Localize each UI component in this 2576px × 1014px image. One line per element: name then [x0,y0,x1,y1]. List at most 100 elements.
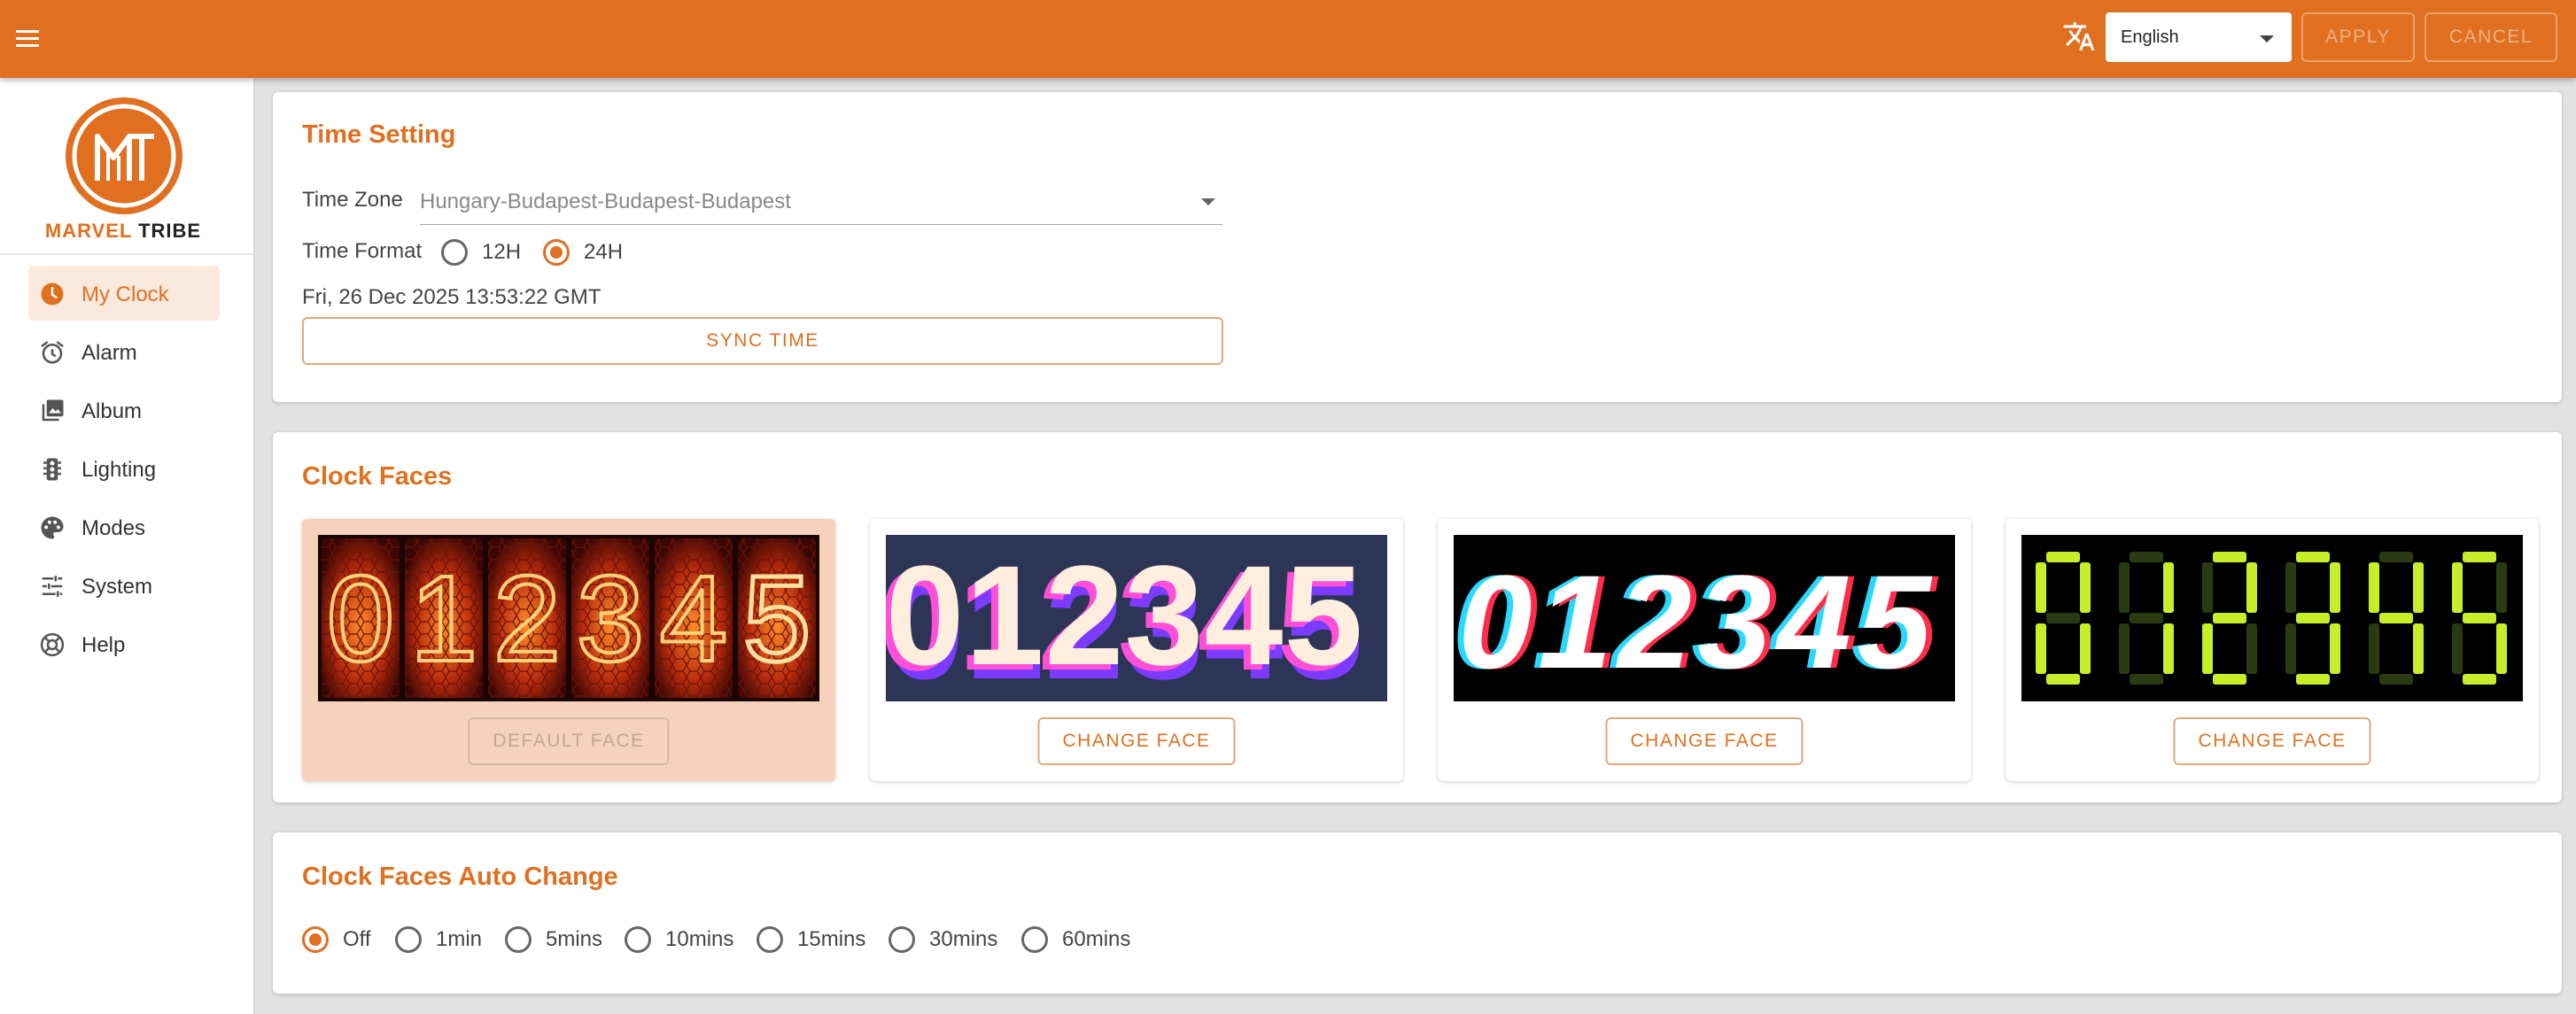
auto-change-10mins[interactable]: 10mins [625,926,733,953]
sidebar-item-label: Alarm [81,341,137,365]
digit-face: 4 [1205,536,1284,694]
3d-face-preview: 0 1 2 3 4 5 0 1 2 3 4 5 0 1 2 3 4 5 [886,535,1387,701]
radio-label: 60mins [1062,927,1131,951]
radio-24h[interactable]: 24H [543,239,623,266]
seven-segment-bar [2046,613,2080,623]
photo-library-icon [42,399,64,422]
timezone-select[interactable]: Hungary-Budapest-Budapest-Budapest [420,179,1222,225]
traffic-light-icon [43,458,61,481]
nixie-digit: 1 [410,551,478,687]
sidebar-item-alarm[interactable]: Alarm [28,324,220,379]
seven-segment-bar [2330,623,2340,674]
auto-change-title: Clock Faces Auto Change [302,863,618,891]
sidebar-item-system[interactable]: System [28,558,220,613]
cancel-button[interactable]: CANCEL [2425,12,2557,62]
glitch-face-preview: 0 1 2 3 4 5 0 1 2 3 4 5 0 1 2 3 4 5 [1454,535,1955,701]
translate-icon [2063,22,2095,50]
seven-segment-bar [2046,552,2080,562]
default-face-button[interactable]: DEFAULT FACE [468,717,670,765]
seven-segment-bar [2496,623,2507,674]
sync-time-button[interactable]: SYNC TIME [302,317,1223,365]
seven-segment-bar [2463,674,2496,685]
auto-change-15mins[interactable]: 15mins [757,926,865,953]
sidebar-item-label: Modes [81,516,146,540]
seven-segment-bar [2130,552,2163,562]
radio-circle [888,926,915,953]
radio-circle [757,926,783,953]
change-face-button[interactable]: CHANGE FACE [1605,717,1804,765]
radio-circle [441,239,468,266]
nixie-digit: 4 [660,551,728,687]
sidebar-item-my-clock[interactable]: My Clock [28,266,220,321]
nixie-digit: 2 [493,551,562,687]
sidebar-item-help[interactable]: Help [28,616,220,671]
auto-change-off[interactable]: Off [302,926,371,953]
sidebar: MARVEL TRIBE My Clock Alarm Album Lighti… [0,78,255,1014]
sidebar-item-modes[interactable]: Modes [28,499,220,554]
menu-icon[interactable] [12,21,46,55]
change-face-button[interactable]: CHANGE FACE [2173,717,2371,765]
auto-change-30mins[interactable]: 30mins [888,926,997,953]
seven-segment-bar [2369,562,2379,613]
radio-circle [302,926,329,953]
radio-circle [543,239,570,266]
clock-face-option-4[interactable]: CHANGE FACE [2006,519,2539,781]
auto-change-card: Clock Faces Auto Change Off 1min 5mins 1… [273,832,2562,994]
digit-face: 0 [886,536,964,694]
nixie-tube: 5 [738,538,816,698]
radio-12h[interactable]: 12H [441,239,521,266]
seven-segment-bar [2285,562,2296,613]
seven-segment-bar [2080,562,2091,613]
sidebar-item-label: System [81,575,153,599]
nixie-tube: 1 [405,538,483,698]
seven-segment-bar [2379,552,2413,562]
language-value: English [2121,27,2179,47]
top-app-bar: English APPLY CANCEL [0,0,2576,78]
nixie-digit: 5 [743,551,811,687]
digit-face: 5 [1284,536,1363,694]
seven-segment-bar [2119,623,2130,674]
seven-segment-bar [2452,562,2463,613]
radio-label: 10mins [665,927,734,951]
clock-face-option-3[interactable]: 0 1 2 3 4 5 0 1 2 3 4 5 0 1 2 3 4 5 CHAN… [1438,519,1971,781]
help-lifebuoy-icon [40,632,65,657]
nixie-face-preview: 0 1 2 3 4 5 [318,535,819,701]
clock-face-option-1[interactable]: 0 1 2 3 4 5 DEFAULT FACE [302,519,835,781]
auto-change-1min[interactable]: 1min [395,926,482,953]
radio-label: 12H [482,240,522,264]
timezone-value: Hungary-Budapest-Budapest-Budapest [420,190,791,213]
radio-label: 15mins [797,927,866,951]
seven-segment-bar [2130,674,2163,685]
digit-face: 2 [1045,536,1124,694]
sidebar-item-lighting[interactable]: Lighting [28,441,220,496]
sidebar-item-album[interactable]: Album [28,383,220,437]
nixie-tube: 0 [322,538,400,698]
seven-segment-bar [2379,674,2413,685]
sidebar-item-label: Lighting [81,458,157,482]
digit-face: 1 [966,536,1044,694]
seven-segment-bar [2036,623,2046,674]
radio-label: 24H [584,240,624,264]
seven-segment-bar [2452,623,2463,674]
apply-button[interactable]: APPLY [2301,12,2415,62]
glitch-digit: 3 [1697,547,1771,696]
auto-change-5mins[interactable]: 5mins [505,926,602,953]
seven-segment-bar [2369,623,2379,674]
radio-label: 5mins [546,927,603,951]
language-select[interactable]: English [2106,12,2292,62]
seven-segment-bar [2046,674,2080,685]
auto-change-60mins[interactable]: 60mins [1021,926,1130,953]
brand-part-1: MARVEL [44,220,132,242]
change-face-button[interactable]: CHANGE FACE [1037,717,1236,765]
glitch-digit: 5 [1857,547,1933,696]
seven-segment-bar [2296,552,2330,562]
clock-face-option-2[interactable]: 0 1 2 3 4 5 0 1 2 3 4 5 0 1 2 3 4 5 CHAN… [870,519,1403,781]
radio-circle [395,926,422,953]
radio-label: Off [343,927,371,951]
seven-segment-bar [2296,674,2330,685]
nixie-digit: 0 [327,551,395,687]
marvel-tribe-logo [66,97,182,214]
radio-circle [625,926,651,953]
glitch-digit: 1 [1538,547,1611,696]
seven-segment-bar [2296,613,2330,623]
